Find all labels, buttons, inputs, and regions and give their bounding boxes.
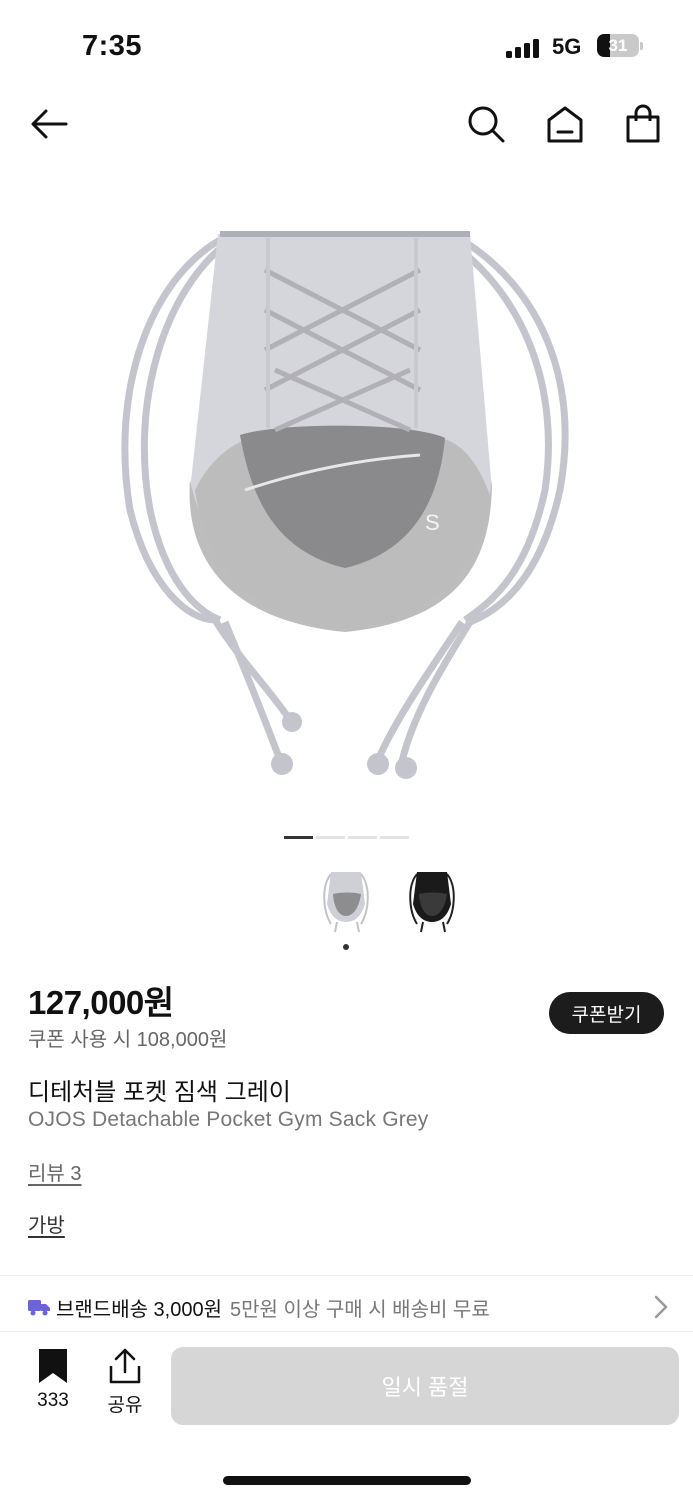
arrow-left-icon bbox=[31, 109, 68, 139]
search-icon bbox=[468, 106, 505, 143]
thumbnail-black[interactable] bbox=[403, 866, 461, 934]
search-button[interactable] bbox=[461, 99, 511, 149]
truck-icon bbox=[28, 1300, 50, 1316]
chevron-right-icon bbox=[654, 1295, 668, 1319]
signal-icon bbox=[506, 36, 542, 58]
share-icon bbox=[109, 1348, 141, 1384]
coupon-price: 쿠폰 사용 시 108,000원 bbox=[28, 1029, 228, 1051]
shipping-info-row[interactable]: 브랜드배송 3,000원 5만원 이상 구매 시 배송비 무료 bbox=[28, 1286, 668, 1328]
pager-segment bbox=[284, 836, 313, 839]
pager-segment bbox=[348, 836, 377, 839]
home-button[interactable] bbox=[540, 99, 590, 149]
save-button[interactable]: 333 bbox=[28, 1348, 78, 1418]
battery-level: 31 bbox=[608, 36, 628, 55]
share-label: 공유 bbox=[107, 1395, 143, 1416]
top-navigation bbox=[0, 95, 693, 155]
share-button[interactable]: 공유 bbox=[100, 1348, 150, 1418]
svg-text:S: S bbox=[425, 510, 440, 535]
sold-out-button[interactable]: 일시 품절 bbox=[171, 1347, 679, 1425]
battery-icon: 31 bbox=[597, 34, 643, 57]
back-button[interactable] bbox=[24, 99, 74, 149]
product-image[interactable]: S bbox=[0, 190, 693, 810]
divider bbox=[0, 1275, 693, 1276]
pager-segment bbox=[380, 836, 409, 839]
bookmark-icon bbox=[39, 1349, 67, 1383]
category-link[interactable]: 가방 bbox=[28, 1209, 65, 1238]
thumbnail-selected-indicator bbox=[343, 944, 349, 950]
pager-segment bbox=[316, 836, 345, 839]
home-indicator bbox=[223, 1476, 471, 1485]
free-shipping-note: 5만원 이상 구매 시 배송비 무료 bbox=[230, 1298, 490, 1321]
status-bar: 7:35 5G 31 bbox=[0, 0, 693, 90]
product-name: 디테처블 포켓 짐색 그레이 bbox=[28, 1079, 291, 1106]
get-coupon-button[interactable]: 쿠폰받기 bbox=[549, 992, 664, 1034]
product-name-english: OJOS Detachable Pocket Gym Sack Grey bbox=[28, 1108, 429, 1131]
status-time: 7:35 bbox=[82, 30, 143, 62]
thumbnail-grey[interactable] bbox=[317, 866, 375, 934]
shipping-fee: 브랜드배송 3,000원 bbox=[56, 1298, 223, 1321]
image-pager bbox=[284, 836, 409, 839]
network-label: 5G bbox=[552, 34, 582, 59]
review-link[interactable]: 리뷰 3 bbox=[28, 1157, 81, 1186]
home-icon bbox=[547, 106, 583, 143]
shopping-bag-icon bbox=[626, 104, 660, 143]
bottom-action-bar: 333 공유 일시 품절 bbox=[0, 1332, 693, 1500]
save-count: 333 bbox=[37, 1390, 69, 1411]
color-thumbnails bbox=[317, 866, 461, 934]
cart-button[interactable] bbox=[618, 99, 668, 149]
product-price: 127,000원 bbox=[28, 984, 174, 1021]
